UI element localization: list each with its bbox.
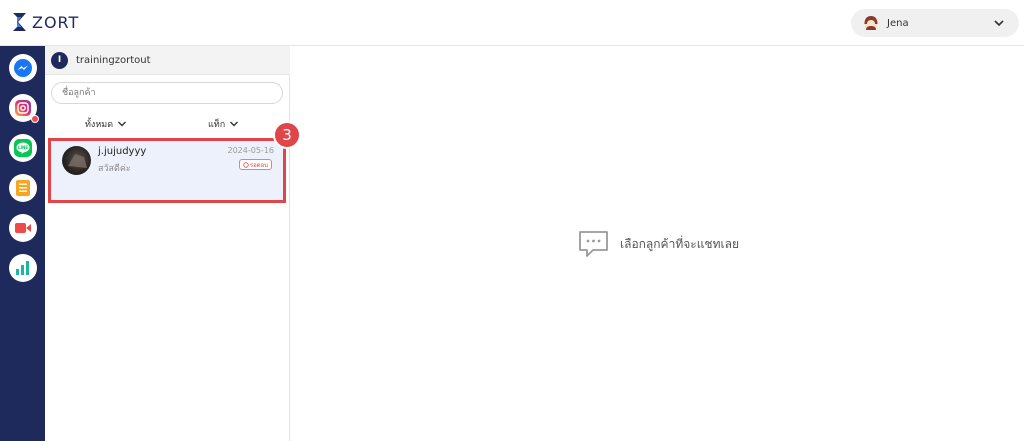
customer-name: j.jujudyyy bbox=[98, 146, 147, 157]
last-message: สวัสดีค่ะ bbox=[98, 164, 131, 174]
status-badge: รอตอบ bbox=[238, 159, 272, 170]
chat-bubble-icon bbox=[579, 231, 608, 257]
messenger-icon bbox=[14, 59, 32, 77]
video-icon bbox=[15, 223, 31, 233]
instagram-alert-dot bbox=[31, 115, 39, 123]
channel-rail: LINE bbox=[0, 46, 45, 441]
chevron-down-icon bbox=[230, 121, 239, 127]
shop-header[interactable]: I trainingzortout bbox=[45, 46, 290, 75]
tag-filter-dropdown[interactable]: แท็ก bbox=[208, 117, 239, 131]
chevron-down-icon bbox=[994, 20, 1004, 27]
rail-notes-button[interactable] bbox=[9, 174, 37, 202]
svg-text:LINE: LINE bbox=[18, 145, 28, 150]
user-name: Jena bbox=[887, 17, 909, 29]
shop-badge: I bbox=[51, 51, 68, 69]
zort-logo-icon bbox=[13, 13, 26, 31]
rail-messenger-button[interactable] bbox=[9, 54, 37, 82]
user-avatar-icon bbox=[864, 16, 878, 30]
step-callout-badge: 3 bbox=[273, 121, 301, 149]
status-filter-label: ทั้งหมด bbox=[85, 120, 114, 130]
shop-name: trainingzortout bbox=[76, 54, 151, 66]
customer-avatar bbox=[62, 146, 91, 175]
message-date: 2024-05-16 bbox=[227, 146, 275, 155]
conversation-list-panel: I trainingzortout ทั้งหมด แท็ก j.jujudyy… bbox=[45, 46, 290, 441]
notes-icon bbox=[16, 180, 30, 196]
user-menu[interactable]: Jena bbox=[851, 9, 1019, 37]
status-badge-label: รอตอบ bbox=[249, 161, 268, 169]
rail-analytics-button[interactable] bbox=[9, 254, 37, 282]
chevron-down-icon bbox=[118, 121, 127, 127]
top-bar: ZORT Jena bbox=[0, 0, 1024, 46]
customer-search-input[interactable] bbox=[51, 82, 283, 104]
chat-empty-state: เลือกลูกค้าที่จะแชทเลย bbox=[578, 230, 739, 259]
status-filter-dropdown[interactable]: ทั้งหมด bbox=[85, 117, 127, 131]
rail-line-button[interactable]: LINE bbox=[9, 134, 37, 162]
conversation-item[interactable]: j.jujudyyy สวัสดีค่ะ 2024-05-16 รอตอบ bbox=[48, 138, 286, 203]
tag-filter-label: แท็ก bbox=[208, 120, 226, 130]
analytics-icon bbox=[16, 261, 29, 275]
rail-instagram-button[interactable] bbox=[9, 94, 39, 123]
zort-logo[interactable]: ZORT bbox=[12, 11, 79, 33]
brand-name: ZORT bbox=[32, 12, 80, 32]
empty-state-text: เลือกลูกค้าที่จะแชทเลย bbox=[620, 237, 739, 251]
customer-avatar-icon bbox=[68, 154, 87, 168]
rail-video-button[interactable] bbox=[9, 214, 37, 242]
instagram-icon bbox=[15, 100, 31, 116]
line-icon: LINE bbox=[14, 139, 32, 157]
chat-bubble-icon bbox=[243, 161, 249, 168]
